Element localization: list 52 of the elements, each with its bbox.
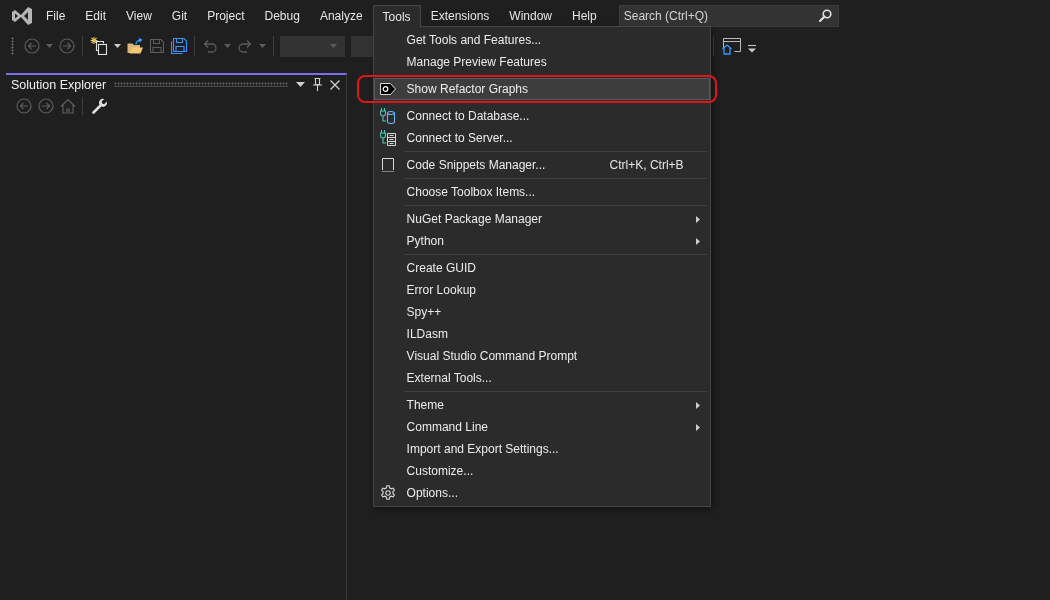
overflow-icon[interactable] xyxy=(748,45,756,53)
dropdown-field[interactable] xyxy=(280,35,345,57)
dotted-frame-icon xyxy=(382,158,395,172)
dropdown-caret-icon[interactable] xyxy=(296,82,305,87)
open-folder-icon[interactable] xyxy=(127,38,143,54)
menu-item[interactable]: Options... xyxy=(373,482,710,504)
menu-bar-item[interactable]: Extensions xyxy=(420,5,500,27)
menu-item[interactable]: Create GUID xyxy=(373,257,710,279)
wrench-icon[interactable] xyxy=(92,98,108,114)
menu-item[interactable]: Choose Toolbox Items... xyxy=(373,181,710,203)
menu-bar-item[interactable]: Tools xyxy=(372,5,421,28)
menu-bar-item[interactable]: Project xyxy=(197,5,255,27)
menu-item[interactable]: Code Snippets Manager... Ctrl+K, Ctrl+B xyxy=(373,154,710,176)
menu-bar-item[interactable]: View xyxy=(116,5,162,27)
menu-item[interactable]: Connect to Database... xyxy=(373,105,710,127)
toolbar-grip[interactable] xyxy=(11,37,14,55)
shortcut-label: Ctrl+K, Ctrl+B xyxy=(609,158,684,172)
menu-bar-item[interactable]: Debug xyxy=(254,5,310,27)
plug-database-icon xyxy=(380,108,397,124)
logo-icon xyxy=(11,6,33,26)
menu-item[interactable]: Import and Export Settings... xyxy=(373,438,710,460)
save-all-icon[interactable] xyxy=(171,38,187,54)
new-file-icon[interactable] xyxy=(90,37,108,55)
menu-item[interactable]: Command Line xyxy=(373,416,710,438)
window-home-icon[interactable] xyxy=(722,37,741,55)
menu-item[interactable]: Python xyxy=(373,230,710,252)
settings-icon xyxy=(380,485,397,501)
menu-item[interactable]: Get Tools and Features... xyxy=(373,29,710,51)
menu-bar-item[interactable]: Window xyxy=(499,5,562,27)
plug-server-icon xyxy=(380,130,397,146)
search-icon[interactable] xyxy=(818,9,832,22)
search-field[interactable]: Search (Ctrl+Q) xyxy=(618,5,839,27)
menu-bar-item[interactable]: Edit xyxy=(75,5,117,27)
menu-bar-item[interactable]: Help xyxy=(562,5,607,27)
menu-item[interactable]: Manage Preview Features xyxy=(373,51,710,73)
menu-item[interactable]: Customize... xyxy=(373,460,710,482)
menu-item[interactable]: External Tools... xyxy=(373,367,710,389)
menu-item[interactable]: NuGet Package Manager xyxy=(373,208,710,230)
panel-title: Solution Explorer xyxy=(11,77,107,92)
menu-item[interactable]: Visual Studio Command Prompt xyxy=(373,345,710,367)
tag-icon xyxy=(380,83,397,95)
pin-icon[interactable] xyxy=(313,78,322,91)
menu-item[interactable]: Error Lookup xyxy=(373,279,710,301)
menu-bar-item[interactable]: Analyze xyxy=(309,5,373,27)
menu-bar-item[interactable]: Git xyxy=(161,5,198,27)
menu-item[interactable]: Spy++ xyxy=(373,301,710,323)
menu-item[interactable]: Theme xyxy=(373,394,710,416)
menu-bar-item[interactable]: File xyxy=(36,5,76,27)
menu-item[interactable]: Connect to Server... xyxy=(373,127,710,149)
close-icon[interactable] xyxy=(330,79,340,90)
caret-icon[interactable] xyxy=(114,44,121,48)
menu-item[interactable]: ILDasm xyxy=(373,323,710,345)
